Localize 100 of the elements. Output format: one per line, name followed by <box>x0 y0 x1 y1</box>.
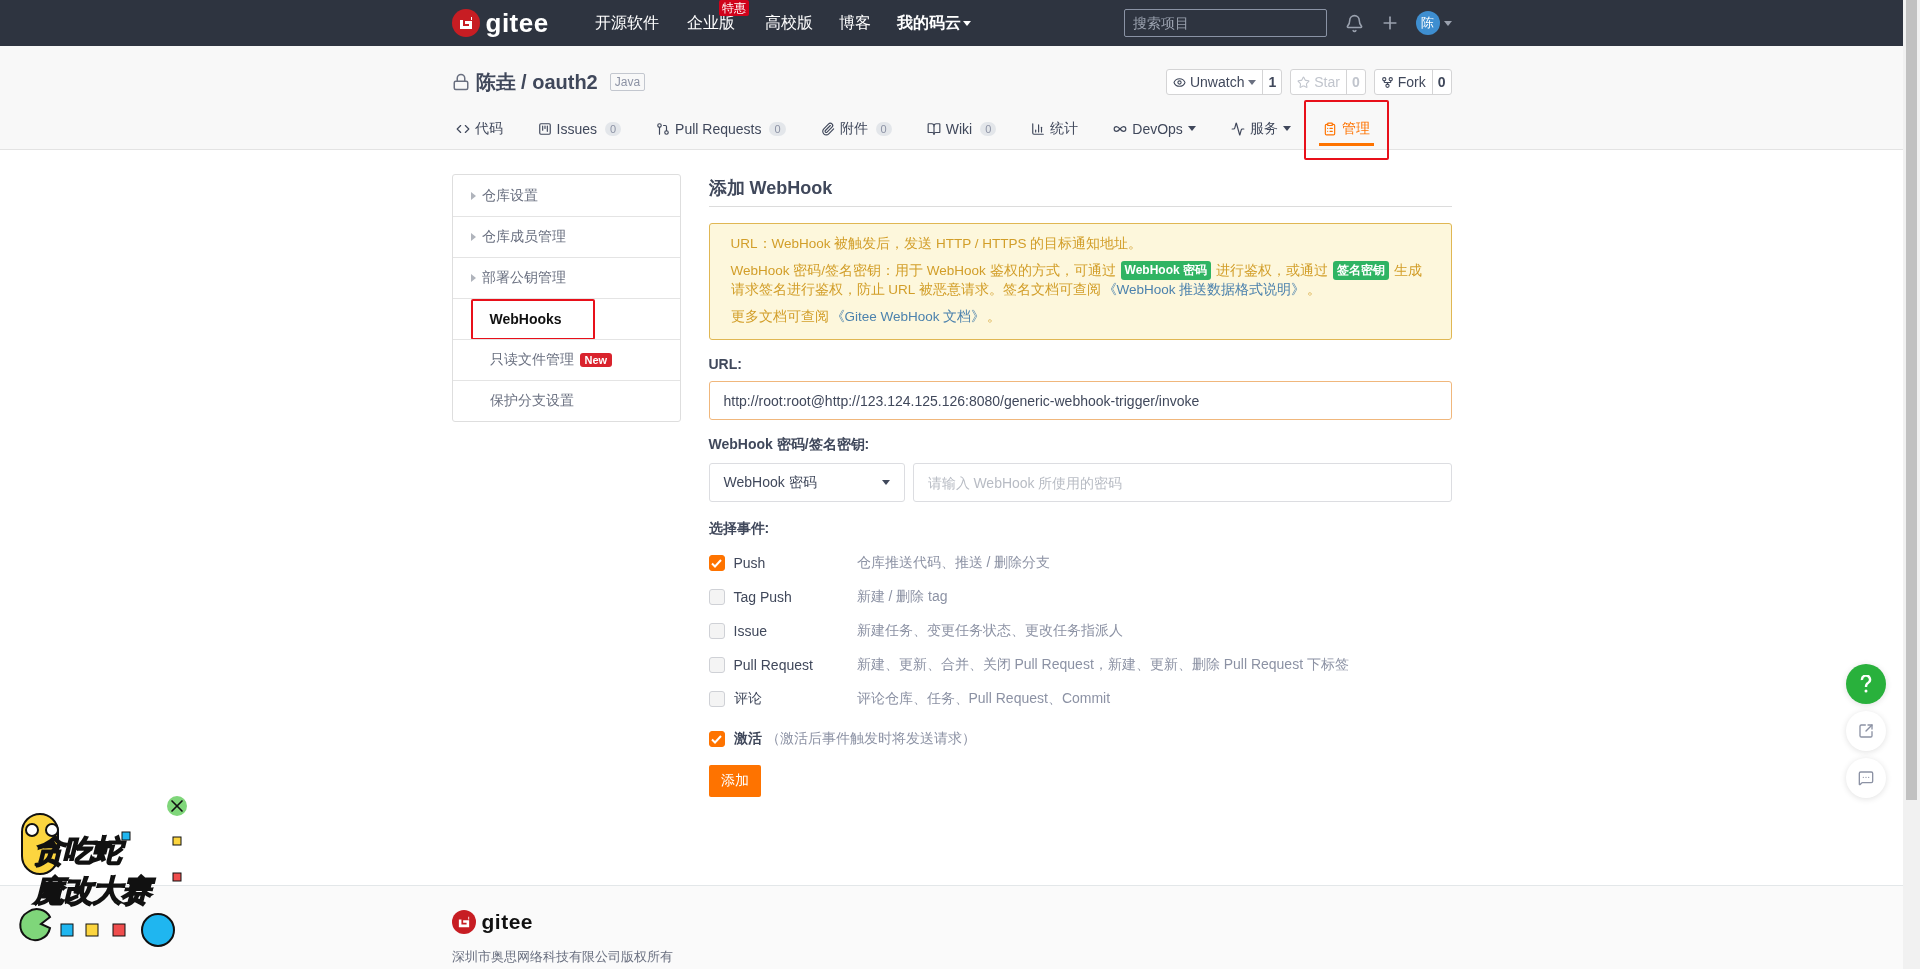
count-badge: 0 <box>875 121 892 136</box>
secret-type-select[interactable]: WebHook 密码 <box>708 463 905 502</box>
checkbox[interactable] <box>708 657 725 673</box>
feedback-button[interactable] <box>1846 758 1886 798</box>
event-label: Issue <box>733 623 768 639</box>
clipboard-icon <box>1322 121 1337 136</box>
logo-icon <box>451 9 480 37</box>
repo-title[interactable]: 陈垚 / oauth2 <box>475 68 598 96</box>
caret-icon <box>470 191 476 200</box>
nav-link[interactable]: 高校版 <box>764 12 813 34</box>
nav-link[interactable]: 博客 <box>838 12 871 34</box>
new-badge: New <box>579 353 613 367</box>
share-button[interactable] <box>1846 711 1886 751</box>
repo-tab[interactable]: 附件 0 <box>816 114 896 146</box>
brand-name: gitee <box>485 7 549 39</box>
checkbox[interactable] <box>708 623 725 639</box>
event-description: 仓库推送代码、推送 / 删除分支 <box>856 554 1051 572</box>
event-description: 新建、更新、合并、关闭 Pull Request，新建、更新、删除 Pull Request 下标签 <box>856 656 1349 674</box>
bar-chart-icon <box>1031 121 1046 136</box>
search-field[interactable]: 搜索项目 <box>1123 9 1327 37</box>
code-tag: 签名密钥 <box>1333 261 1389 280</box>
repo-tab[interactable]: 统计 <box>1027 114 1083 146</box>
chat-icon <box>1858 770 1874 786</box>
count-badge: 0 <box>980 121 997 136</box>
sidebar-item[interactable]: 只读文件管理 New <box>452 339 680 380</box>
event-label: Push <box>733 555 767 571</box>
pulse-icon <box>1230 121 1245 136</box>
event-description: 新建任务、变更任务状态、更改任务指派人 <box>856 622 1123 640</box>
caret-icon <box>881 480 890 485</box>
notice-text: 生成 <box>1394 262 1422 280</box>
sidebar-item[interactable]: 仓库成员管理 <box>452 216 680 257</box>
help-button[interactable] <box>1846 664 1886 704</box>
notice-text: 进行鉴权，或通过 <box>1216 262 1328 280</box>
language-tag: Java <box>609 73 646 91</box>
caret-icon <box>470 233 476 241</box>
activate-hint: （激活后事件触发时将发送请求） <box>765 730 976 748</box>
repo-action-button[interactable]: Unwatch 1 <box>1165 69 1283 95</box>
action-count: 1 <box>1267 73 1278 92</box>
count-badge: 0 <box>769 121 786 136</box>
notice-text: 。 <box>1307 281 1322 299</box>
sidebar-item[interactable]: 保护分支设置 <box>452 380 680 421</box>
checkbox[interactable] <box>708 555 725 571</box>
field-label: 选择事件: <box>708 520 771 538</box>
card-icon <box>537 121 552 136</box>
caret-icon <box>1187 126 1196 131</box>
avatar[interactable]: 陈 <box>1415 11 1440 35</box>
sidebar-item[interactable]: WebHooks <box>452 298 680 339</box>
activate-label: 激活 <box>733 730 762 748</box>
notice-text: 请求签名进行鉴权，防止 URL 被恶意请求。签名文档可查阅 <box>730 281 1101 299</box>
close-icon[interactable] <box>167 796 187 816</box>
checkbox[interactable] <box>708 589 725 605</box>
repo-tab[interactable]: 服务 <box>1226 114 1295 146</box>
repo-tab[interactable]: Pull Requests 0 <box>652 114 790 146</box>
share-icon <box>1858 723 1874 739</box>
sidebar-item[interactable]: 部署公钥管理 <box>452 257 680 298</box>
question-icon <box>1860 675 1872 693</box>
count-badge: 0 <box>604 121 622 136</box>
repo-action-button[interactable]: Fork 0 <box>1373 69 1452 95</box>
scrollbar[interactable] <box>1903 0 1920 969</box>
caret-icon <box>1282 126 1291 131</box>
url-field[interactable]: http://root:root@http://123.124.125.126:8080/generic-webhook-trigger/invoke <box>708 381 1452 420</box>
event-label: Tag Push <box>733 589 793 605</box>
checkbox[interactable] <box>708 731 725 747</box>
promo-badge: 特惠 <box>718 0 749 16</box>
caret-icon <box>470 274 476 282</box>
checkbox[interactable] <box>708 691 725 707</box>
notice-text: 。 <box>987 308 1002 326</box>
sidebar-item[interactable]: 仓库设置 <box>452 175 680 216</box>
repo-tab[interactable]: DevOps <box>1109 114 1200 146</box>
doc-link[interactable]: 《WebHook 推送数据格式说明》 <box>1102 280 1306 299</box>
doc-link[interactable]: 《Gitee WebHook 文档》 <box>830 307 986 326</box>
bell-icon[interactable] <box>1344 13 1364 33</box>
action-count: 0 <box>1350 73 1361 92</box>
caret-icon <box>1443 20 1452 26</box>
notice-text: 更多文档可查阅 <box>730 308 829 326</box>
field-label: WebHook 密码/签名密钥: <box>708 436 871 454</box>
repo-tab[interactable]: 代码 <box>451 114 507 146</box>
repo-tab[interactable]: Wiki 0 <box>922 114 1001 146</box>
nav-link[interactable]: 开源软件 <box>594 12 659 34</box>
notice-text: URL：WebHook 被触发后，发送 HTTP / HTTPS 的目标通知地址。 <box>730 235 1143 253</box>
pull-request-icon <box>656 121 671 136</box>
code-tag: WebHook 密码 <box>1120 261 1211 280</box>
event-label: 评论 <box>733 690 763 708</box>
action-count: 0 <box>1436 73 1447 92</box>
copyright-text: 深圳市奥思网络科技有限公司版权所有 <box>451 948 674 966</box>
fork-icon <box>1380 75 1394 89</box>
book-icon <box>926 121 941 136</box>
promo-title[interactable]: 魔改大赛 <box>30 872 158 910</box>
event-description: 评论仓库、任务、Pull Request、Commit <box>856 690 1111 708</box>
event-label: Pull Request <box>733 657 814 673</box>
lock-icon <box>451 73 470 91</box>
repo-tab[interactable]: Issues 0 <box>533 114 626 146</box>
footer-brand: gitee <box>481 910 533 934</box>
notice-text: WebHook 密码/签名密钥：用于 WebHook 鉴权的方式，可通过 <box>730 262 1116 280</box>
caret-icon <box>1248 79 1257 85</box>
event-description: 新建 / 删除 tag <box>856 588 948 606</box>
nav-link[interactable]: 我的码云 <box>896 12 971 34</box>
secret-field[interactable]: 请输入 WebHook 所使用的密码 <box>912 463 1452 502</box>
caret-icon <box>962 20 971 26</box>
logo-icon <box>451 910 476 934</box>
